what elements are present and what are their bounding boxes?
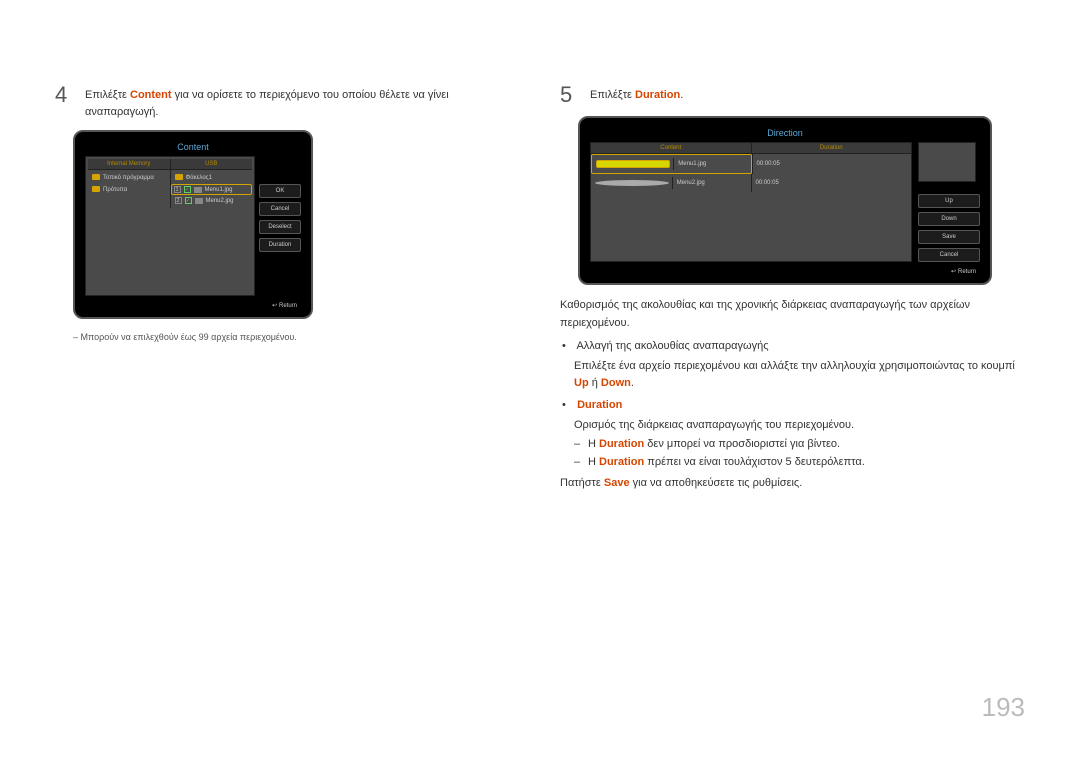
keyword-duration: Duration [635,89,680,101]
keyword-save: Save [604,477,630,489]
left-column: 4 Επιλέξτε Content για να ορίσετε το περ… [55,84,520,493]
check-icon: ✓ [185,197,192,204]
list-row[interactable]: Menu2.jpg 00:00:05 [591,174,911,192]
paragraph: Καθορισμός της ακολουθίας και της χρονικ… [560,297,1025,332]
right-column: 5 Επιλέξτε Duration. Direction Content D… [560,84,1025,493]
bullet-item: Αλλαγή της ακολουθίας αναπαραγωγής Επιλέ… [574,338,1025,393]
folder-item[interactable]: Φάκελος1 [173,172,251,184]
duration-button[interactable]: Duration [259,238,301,252]
step-text: Επιλέξτε Duration. [590,84,683,106]
tab-usb[interactable]: USB [170,159,253,169]
footnote: Μπορούν να επιλεχθούν έως 99 αρχεία περι… [73,331,520,345]
sub-item: Η Duration πρέπει να είναι τουλάχιστον 5… [588,454,1025,472]
cancel-button[interactable]: Cancel [918,248,980,262]
check-icon: ✓ [184,186,191,193]
ok-button[interactable]: OK [259,184,301,198]
order-number: 1 [174,186,181,193]
sub-list: Η Duration δεν μπορεί να προσδιοριστεί γ… [574,436,1025,471]
image-icon [194,187,202,193]
keyword-duration: Duration [577,399,622,411]
file-item-selected[interactable]: 1✓Menu1.jpg [171,184,253,195]
paragraph: Πατήστε Save για να αποθηκεύσετε τις ρυθ… [560,475,1025,493]
step-number: 5 [560,84,578,106]
usb-list: Φάκελος1 1✓Menu1.jpg 2✓Menu2.jpg [170,170,253,208]
folder-icon [92,186,100,194]
file-item[interactable]: 2✓Menu2.jpg [173,195,251,206]
keyword-down: Down [601,377,631,389]
internal-memory-list: Τοπικό πρόγραμμα Πρότυπα [88,170,170,208]
direction-screen: Direction Content Duration Menu1.jpg 00:… [578,116,992,285]
deselect-button[interactable]: Deselect [259,220,301,234]
bullet-item: Duration Ορισμός της διάρκειας αναπαραγω… [574,397,1025,471]
step-text: Επιλέξτε Content για να ορίσετε το περιε… [85,84,520,120]
dot-icon [595,180,669,186]
button-column: OK Cancel Deselect Duration [259,156,301,296]
cancel-button[interactable]: Cancel [259,202,301,216]
dot-icon [596,160,670,168]
step-5: 5 Επιλέξτε Duration. [560,84,1025,106]
keyword-content: Content [130,89,172,101]
folder-icon [92,174,100,182]
down-button[interactable]: Down [918,212,980,226]
image-icon [195,198,203,204]
preview-box [918,142,976,182]
step-4: 4 Επιλέξτε Content για να ορίσετε το περ… [55,84,520,120]
step-number: 4 [55,84,73,120]
content-panel: Internal Memory USB Τοπικό πρόγραμμα Πρό… [85,156,255,296]
page-number: 193 [982,692,1025,723]
bullet-subtext: Ορισμός της διάρκειας αναπαραγωγής του π… [574,417,1025,435]
button-column: Up Down Save Cancel [918,142,980,262]
folder-item[interactable]: Τοπικό πρόγραμμα [90,172,168,184]
screen-title: Direction [590,128,980,138]
up-button[interactable]: Up [918,194,980,208]
order-number: 2 [175,197,182,204]
sub-item: Η Duration δεν μπορεί να προσδιοριστεί γ… [588,436,1025,454]
return-button[interactable]: Return [590,268,980,275]
screen-title: Content [85,142,301,152]
col-content: Content [591,143,751,153]
col-duration: Duration [751,143,912,153]
bullet-list: Αλλαγή της ακολουθίας αναπαραγωγής Επιλέ… [560,338,1025,471]
keyword-up: Up [574,377,589,389]
tab-internal-memory[interactable]: Internal Memory [88,159,170,169]
folder-icon [175,174,183,182]
save-button[interactable]: Save [918,230,980,244]
return-button[interactable]: Return [85,302,301,309]
folder-item[interactable]: Πρότυπα [90,184,168,196]
direction-list: Content Duration Menu1.jpg 00:00:05 Menu… [590,142,912,262]
content-screen: Content Internal Memory USB Τοπικό πρόγρ… [73,130,313,319]
list-row-selected[interactable]: Menu1.jpg 00:00:05 [591,154,911,174]
